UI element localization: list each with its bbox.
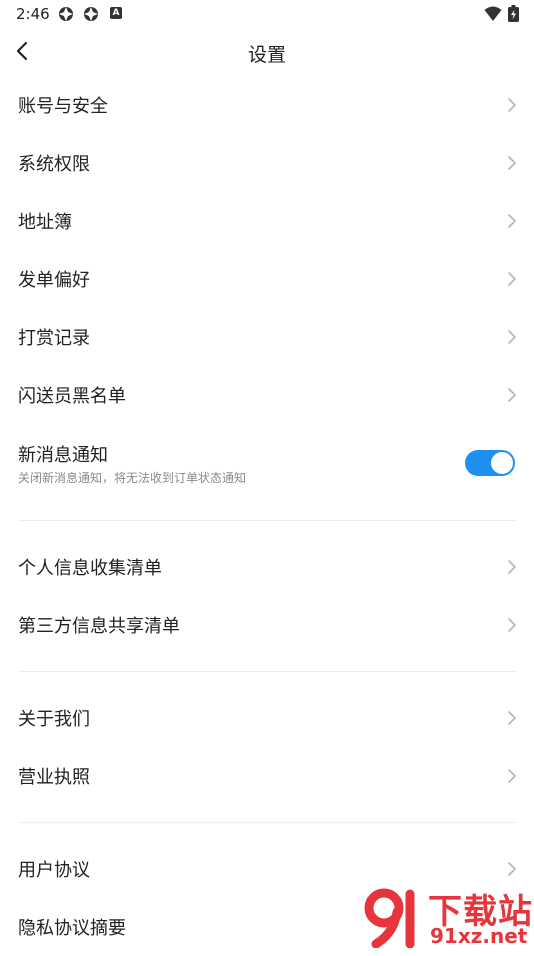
settings-row-courier-blacklist[interactable]: 闪送员黑名单 [0,366,534,424]
chevron-right-icon [508,711,516,725]
settings-row-address-book[interactable]: 地址簿 [0,192,534,250]
chevron-right-icon [508,862,516,876]
notification-subtitle: 关闭新消息通知，将无法收到订单状态通知 [18,471,247,485]
chevron-right-icon [508,156,516,170]
wifi-icon [484,6,502,21]
chevron-right-icon [508,214,516,228]
row-label: 账号与安全 [18,96,108,117]
watermark-text-bottom: 91xz.net [430,924,528,948]
row-label: 个人信息收集清单 [18,558,162,579]
toggle-knob [491,452,513,474]
settings-row-third-party-sharing-list[interactable]: 第三方信息共享清单 [0,596,534,654]
settings-row-business-license[interactable]: 营业执照 [0,747,534,805]
watermark-logo: 下载站 91xz.net [364,884,534,950]
settings-row-order-preferences[interactable]: 发单偏好 [0,250,534,308]
divider [18,822,517,823]
settings-row-tip-records[interactable]: 打赏记录 [0,308,534,366]
status-time: 2:46 [16,5,50,23]
chevron-right-icon [508,272,516,286]
row-label: 第三方信息共享清单 [18,616,180,637]
divider [18,671,517,672]
divider [18,520,517,521]
chevron-right-icon [508,330,516,344]
watermark-mark-icon [364,888,415,948]
status-bar: 2:46 A [0,0,534,28]
title-bar: 设置 [0,28,534,74]
row-label: 发单偏好 [18,270,90,291]
settings-row-account-security[interactable]: 账号与安全 [0,76,534,134]
chevron-right-icon [508,388,516,402]
a-icon: A [110,7,122,19]
app-icon [84,7,98,21]
battery-icon [508,5,519,22]
chevron-right-icon [508,98,516,112]
app-icon [59,7,73,21]
row-label: 营业执照 [18,767,90,788]
page-title: 设置 [247,44,286,66]
chevron-right-icon [508,618,516,632]
row-label: 系统权限 [18,154,90,175]
settings-row-personal-info-list[interactable]: 个人信息收集清单 [0,538,534,596]
notification-title: 新消息通知 [18,445,108,466]
chevron-right-icon [508,769,516,783]
settings-row-system-permissions[interactable]: 系统权限 [0,134,534,192]
chevron-right-icon [508,560,516,574]
settings-row-new-message-notification: 新消息通知 关闭新消息通知，将无法收到订单状态通知 [0,423,534,499]
notification-toggle[interactable] [465,450,515,476]
row-label: 隐私协议摘要 [18,918,126,939]
row-label: 关于我们 [18,709,90,730]
settings-row-about-us[interactable]: 关于我们 [0,689,534,747]
row-label: 闪送员黑名单 [18,386,126,407]
row-label: 地址簿 [18,212,72,233]
row-label: 打赏记录 [18,328,90,349]
row-label: 用户协议 [18,860,90,881]
